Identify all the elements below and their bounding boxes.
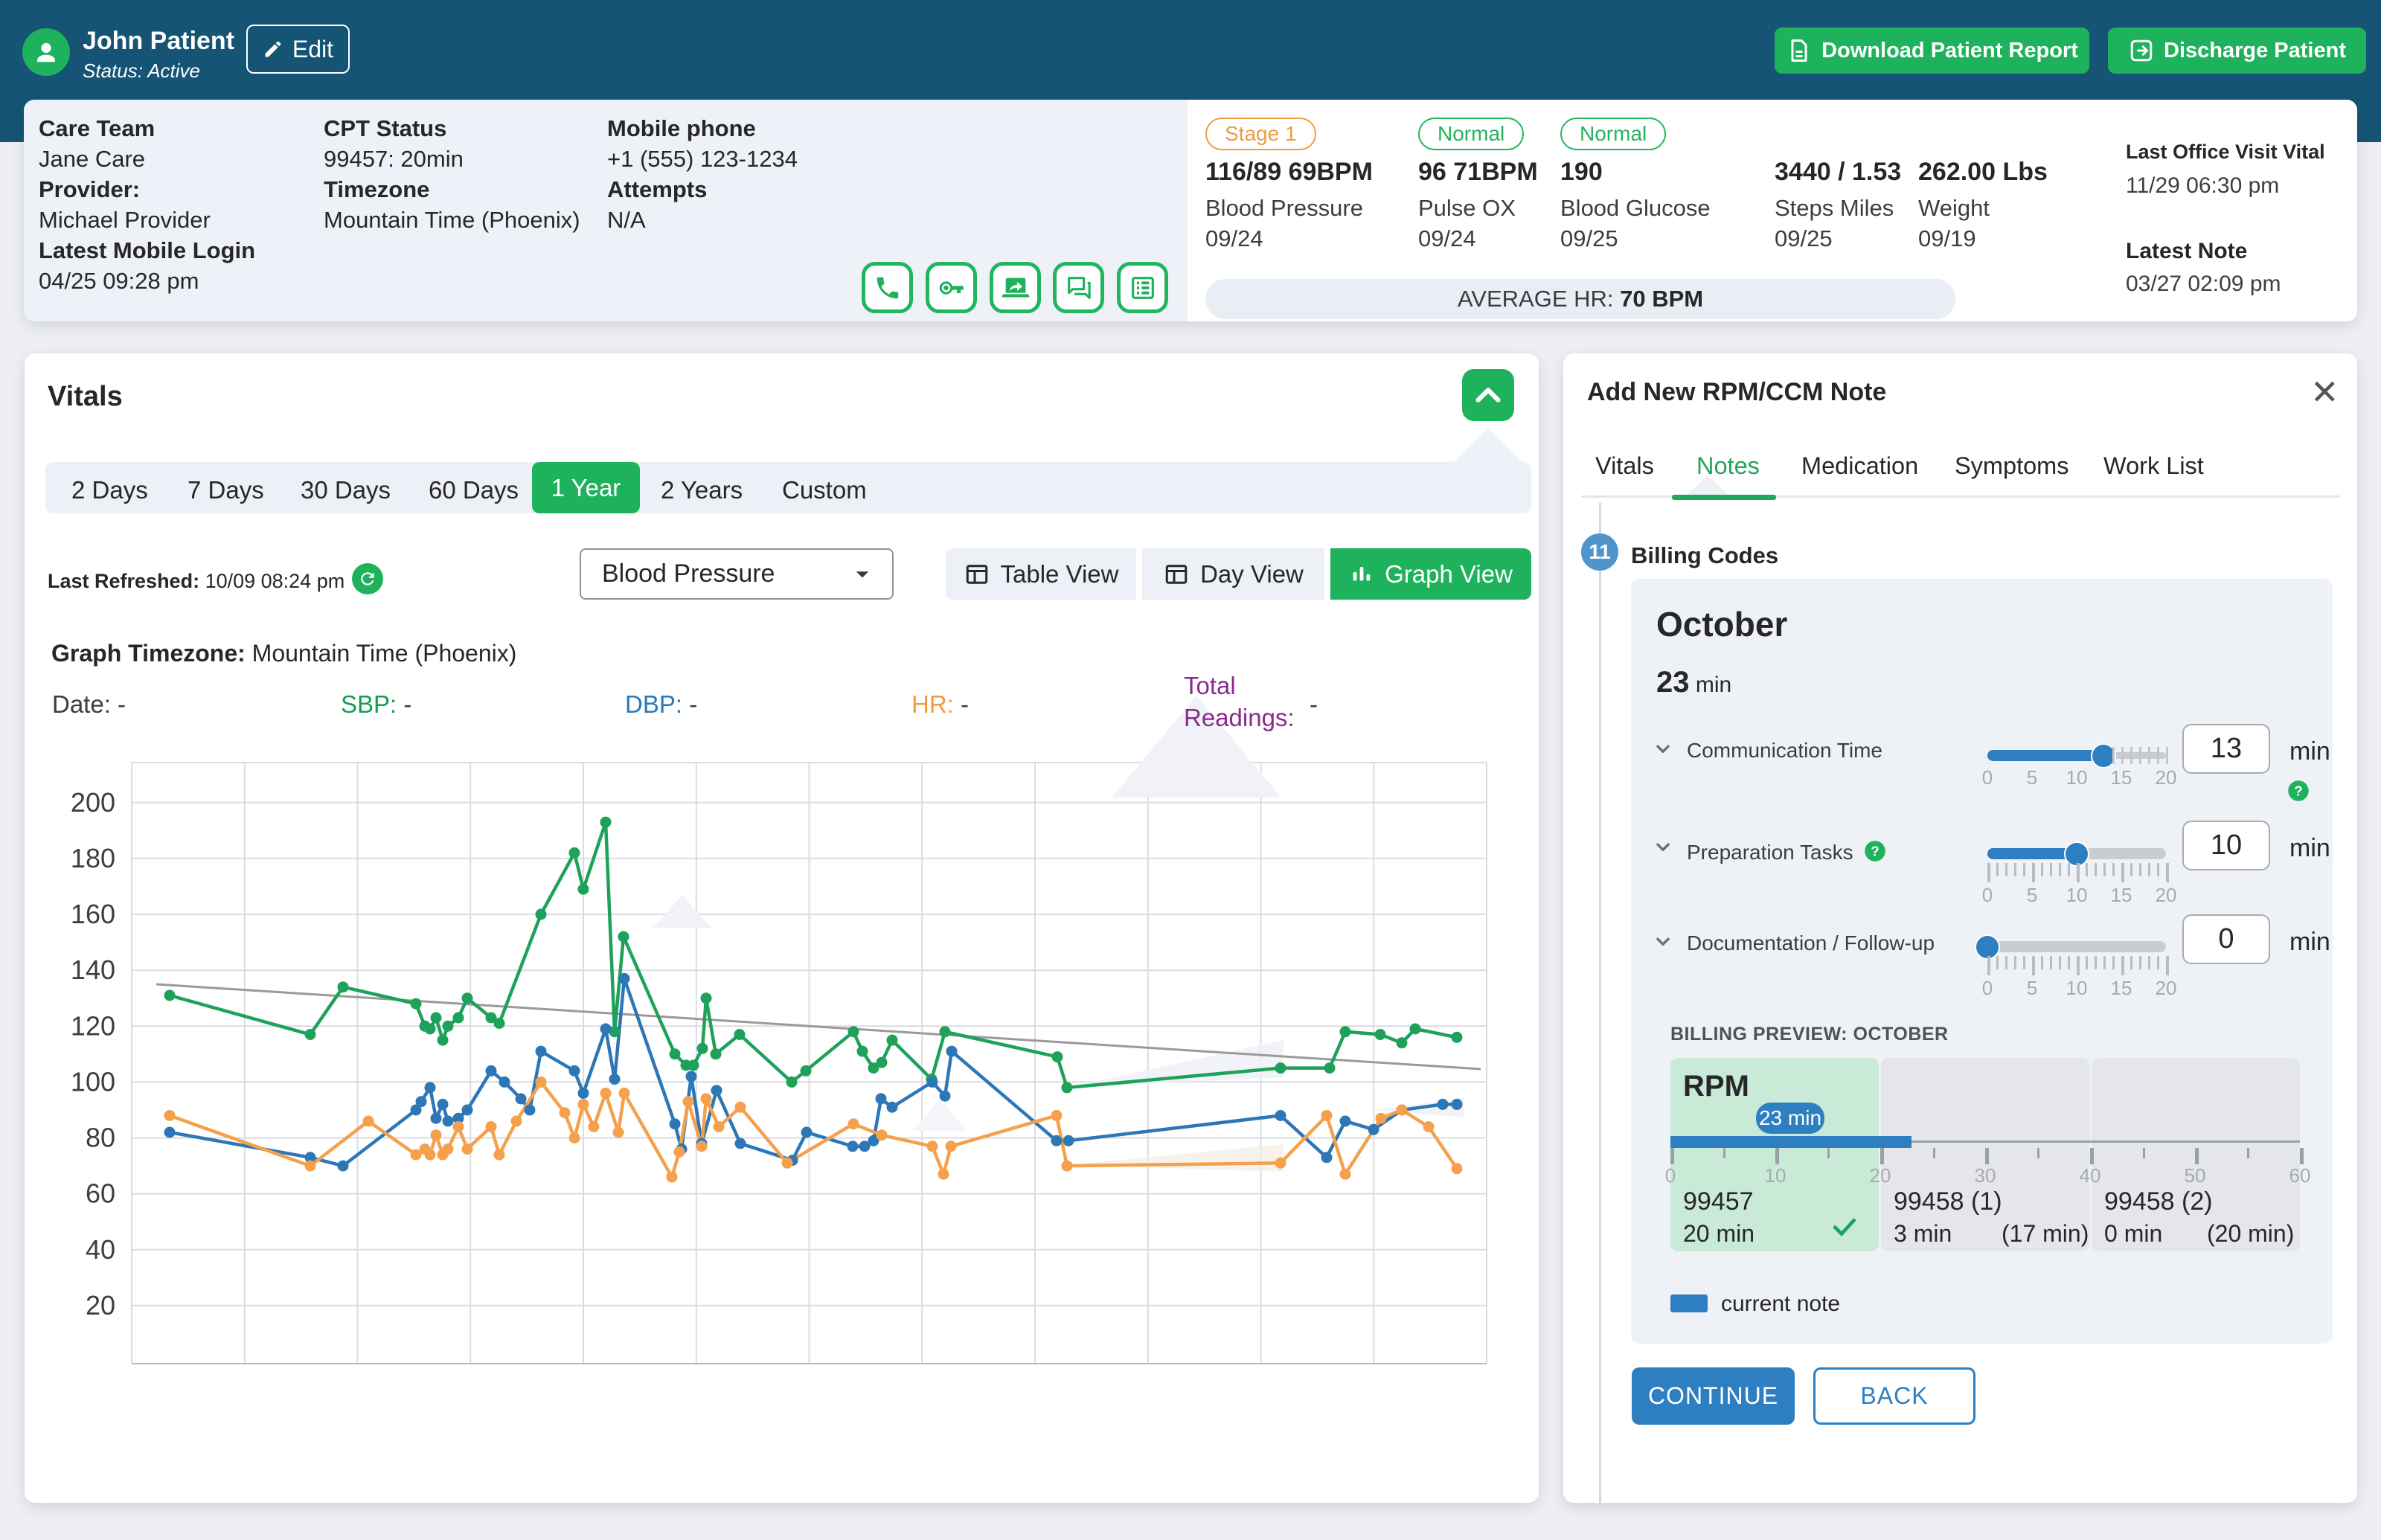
svg-text:80: 80 <box>86 1123 115 1153</box>
svg-text:20: 20 <box>86 1290 115 1321</box>
svg-text:60: 60 <box>86 1178 115 1209</box>
svg-text:?: ? <box>2294 783 2302 799</box>
svg-text:180: 180 <box>71 843 115 873</box>
svg-text:200: 200 <box>71 787 115 818</box>
svg-text:?: ? <box>1871 844 1879 859</box>
svg-text:40: 40 <box>86 1234 115 1265</box>
svg-text:140: 140 <box>71 955 115 985</box>
svg-text:120: 120 <box>71 1010 115 1041</box>
svg-text:160: 160 <box>71 899 115 929</box>
svg-text:100: 100 <box>71 1066 115 1097</box>
